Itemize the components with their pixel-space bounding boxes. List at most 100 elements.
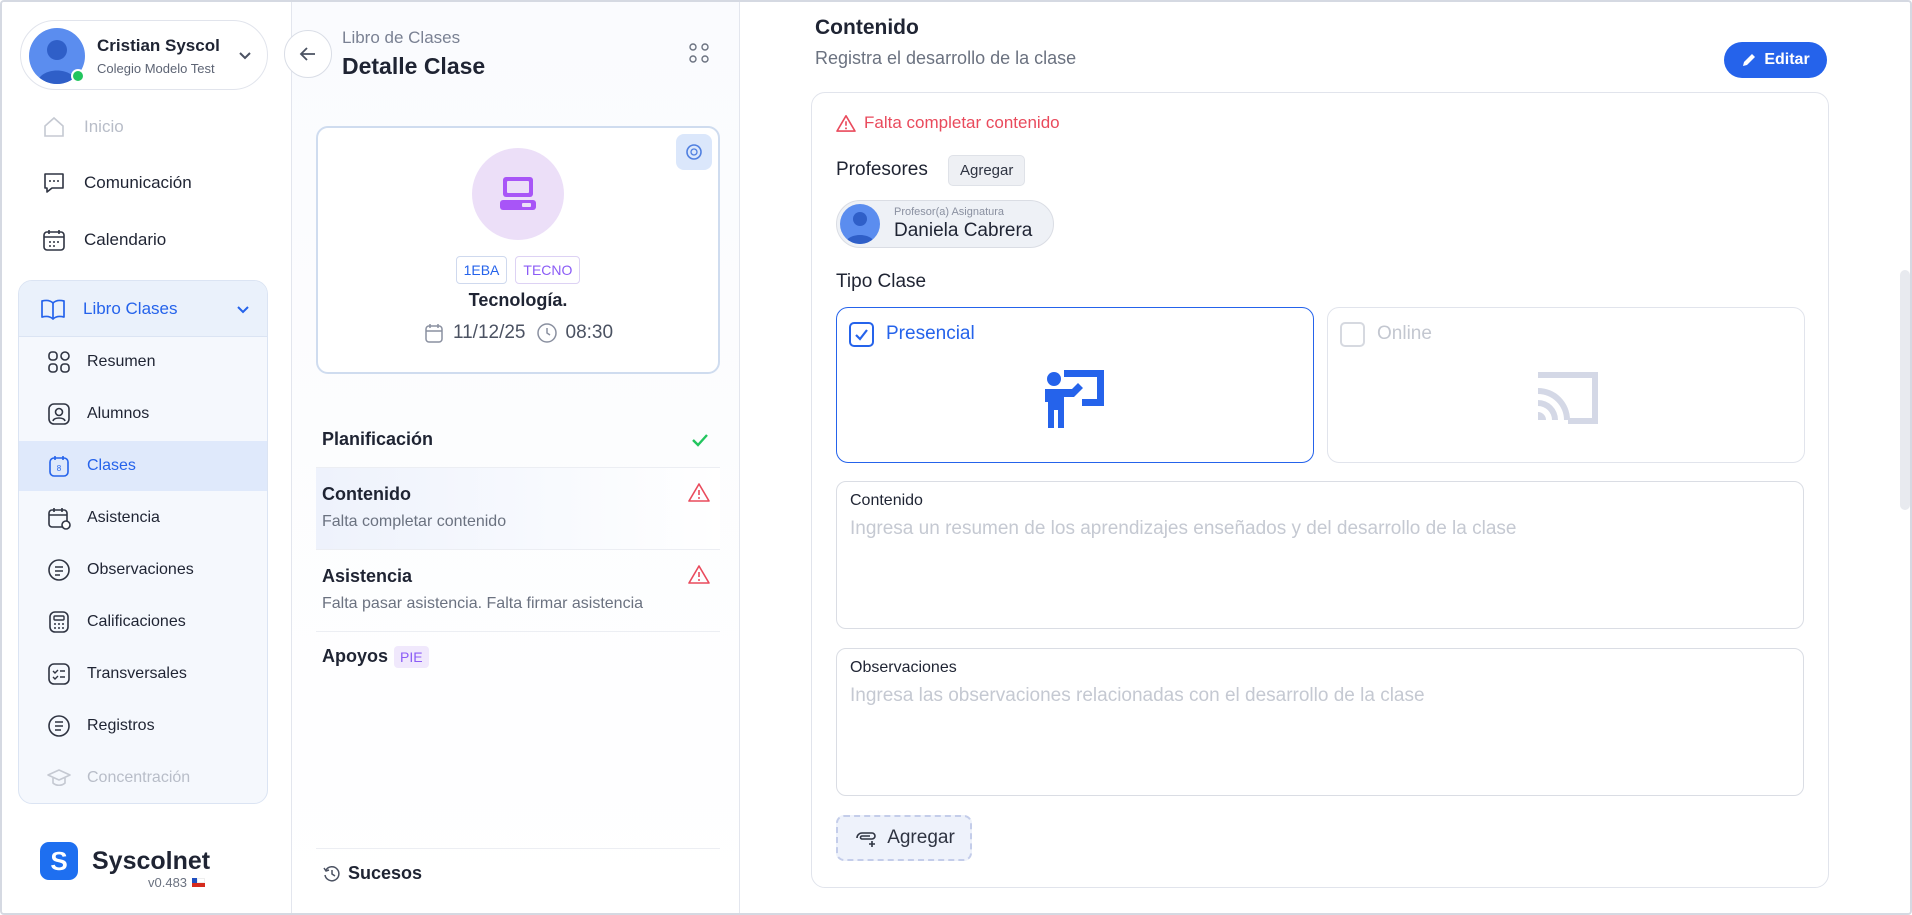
chevron-down-icon [237,47,253,63]
sidebar-item-registros[interactable]: Registros [19,701,267,751]
nav-item-calendario[interactable]: Calendario [40,226,166,254]
sidebar-item-label: Alumnos [87,405,150,422]
step-subtitle: Falta completar contenido [322,513,507,530]
course-tag: 1EBA [455,256,508,284]
tipo-online-option[interactable]: Online [1327,307,1805,463]
sidebar-item-asistencia[interactable]: Asistencia [19,493,267,543]
user-menu[interactable]: Cristian Syscol Colegio Modelo Test [20,20,268,90]
app-window: Cristian Syscol Colegio Modelo Test Inic… [0,0,1912,915]
warning-icon [688,482,710,502]
chat-bubble-icon [40,169,68,197]
class-summary-card: 1EBA TECNO Tecnología. 11/12/25 08:30 [316,126,720,374]
add-attachment-button[interactable]: Agregar [836,815,972,861]
sidebar-item-resumen[interactable]: Resumen [19,337,267,387]
libro-clases-label: Libro Clases [83,299,178,318]
checkbox-unchecked[interactable] [1340,322,1365,347]
check-icon [855,329,868,341]
graduation-cap-icon [45,764,73,792]
nav-item-comunicacion[interactable]: Comunicación [40,169,192,197]
online-status-dot [71,69,85,83]
pie-badge: PIE [394,646,429,668]
sidebar-item-label: Asistencia [87,509,160,526]
libro-clases-toggle[interactable]: Libro Clases [19,281,267,337]
checkbox-checked[interactable] [849,322,874,347]
cast-icon [1530,364,1602,428]
add-professor-button[interactable]: Agregar [948,155,1026,186]
sidebar-item-label: Clases [87,457,136,474]
sucesos-label: Sucesos [348,863,423,883]
calendar-icon [425,324,443,343]
subject-tag: TECNO [515,256,581,284]
sucesos-button[interactable]: Sucesos [316,848,720,884]
sidebar: Cristian Syscol Colegio Modelo Test Inic… [2,2,292,913]
class-time: 08:30 [565,322,614,343]
observaciones-field-label: Observaciones [850,659,957,676]
user-name: Cristian Syscol [97,36,220,55]
pencil-icon [1743,54,1756,66]
more-options-icon[interactable] [688,42,712,70]
step-title: Contenido [322,484,411,504]
warning-icon [688,564,710,584]
warning-icon [836,114,856,132]
step-planificacion[interactable]: Planificación [316,416,720,468]
back-button[interactable] [284,30,332,78]
step-title-wrap: Apoyos PIE [322,646,429,668]
content-warning: Falta completar contenido [836,113,1060,133]
tipo-presencial-option[interactable]: Presencial [836,307,1314,463]
arrow-left-icon [299,47,315,61]
teacher-board-icon [1042,364,1108,430]
scrollbar[interactable] [1900,270,1910,510]
observaciones-input[interactable] [850,685,1790,785]
sidebar-item-concentracion[interactable]: Concentración [19,753,267,803]
sidebar-item-observaciones[interactable]: Observaciones [19,545,267,595]
contenido-field: Contenido [836,481,1804,629]
professor-name: Daniela Cabrera [894,220,1033,241]
app-version: v0.483 [148,875,206,890]
grid-icon [45,348,73,376]
sidebar-item-clases[interactable]: 8 Clases [19,441,267,491]
class-detail-panel: Libro de Clases Detalle Clase 1EBA TECNO… [284,2,740,913]
sidebar-item-calificaciones[interactable]: Calificaciones [19,597,267,647]
section-title: Contenido [815,16,919,39]
nav-item-inicio[interactable]: Inicio [40,113,124,141]
tipo-clase-label: Tipo Clase [836,271,927,292]
warning-text: Falta completar contenido [864,113,1060,132]
check-icon [690,430,710,450]
version-label: v0.483 [148,875,188,890]
step-contenido[interactable]: Contenido Falta completar contenido [316,468,720,550]
nav-label: Comunicación [84,173,192,192]
professor-role: Profesor(a) Asignatura [894,206,1005,218]
sidebar-item-label: Concentración [87,769,191,786]
sidebar-item-label: Calificaciones [87,613,186,630]
observaciones-field: Observaciones [836,648,1804,796]
brand-name: Syscolnet [92,846,211,875]
step-apoyos[interactable]: Apoyos PIE [316,632,720,688]
step-asistencia[interactable]: Asistencia Falta pasar asistencia. Falta… [316,550,720,632]
edit-button[interactable]: Editar [1724,42,1827,78]
clock-icon [536,323,557,343]
notes-icon [45,556,73,584]
sidebar-item-transversales[interactable]: Transversales [19,649,267,699]
professor-chip[interactable]: Profesor(a) Asignatura Daniela Cabrera [836,200,1054,248]
calendar-day-icon: 8 [45,452,73,480]
contenido-input[interactable] [850,518,1790,618]
student-icon [45,400,73,428]
refresh-icon [686,144,702,160]
checklist-icon [45,660,73,688]
libro-clases-group: Libro Clases Resumen Alumnos 8 Clases As… [18,280,268,804]
edit-label: Editar [1764,51,1810,68]
chile-flag-icon [192,878,206,887]
class-date: 11/12/25 [452,322,526,343]
sidebar-item-label: Registros [87,717,155,734]
add-label: Agregar [887,827,955,848]
step-title: Apoyos [322,646,389,666]
breadcrumb[interactable]: Libro de Clases [342,28,460,48]
sidebar-item-label: Resumen [87,353,156,370]
home-icon [40,113,68,141]
tipo-option-label: Online [1377,323,1432,344]
step-title: Asistencia [322,566,413,586]
sidebar-item-alumnos[interactable]: Alumnos [19,389,267,439]
contenido-field-label: Contenido [850,492,923,509]
page-title: Detalle Clase [342,53,486,79]
refresh-button[interactable] [676,134,712,170]
